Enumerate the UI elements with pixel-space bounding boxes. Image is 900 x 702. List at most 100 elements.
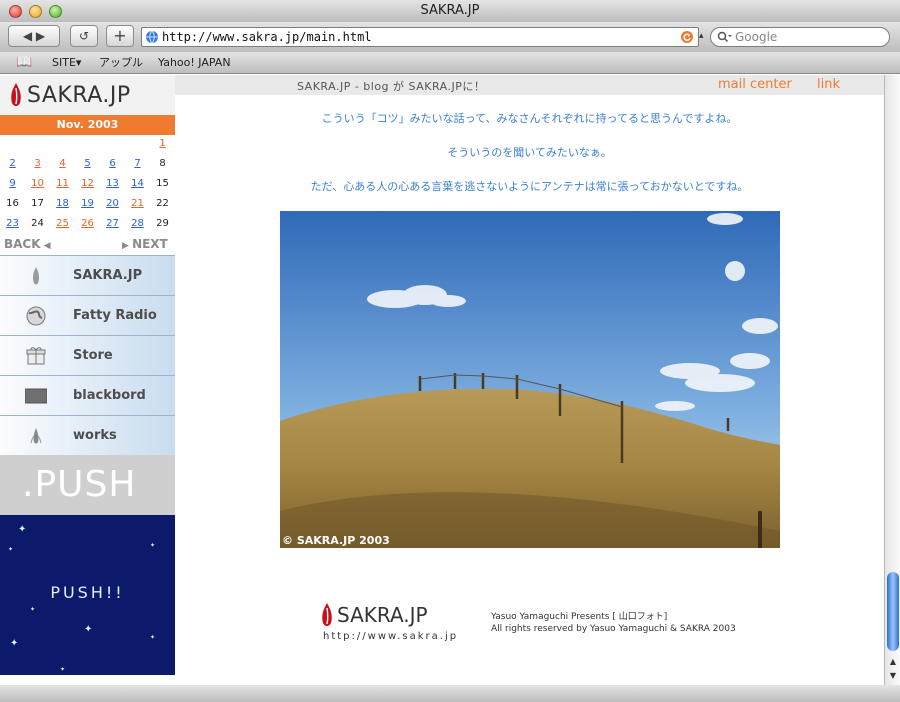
calendar-day[interactable]: 12	[75, 178, 100, 190]
url-text: http://www.sakra.jp/main.html	[162, 30, 372, 44]
menu-item-fatty-radio[interactable]: Fatty Radio	[0, 295, 175, 335]
calendar-day: 15	[156, 178, 169, 189]
push-ad-banner[interactable]: ✦ ✦ ✦ ✦ ✦ ✦ ✦ ✦ PUSH!!	[0, 515, 175, 675]
calendar-day[interactable]: 21	[125, 198, 150, 210]
menu-item-sakra[interactable]: SAKRA.JP	[0, 255, 175, 295]
sparkle-icon: ✦	[150, 634, 156, 641]
calendar-nav: BACK ◀ ▶ NEXT	[0, 237, 175, 253]
link-link[interactable]: link	[817, 77, 840, 92]
snapback-icon[interactable]	[680, 30, 694, 44]
scroll-down-arrow-icon[interactable]: ▼	[885, 669, 900, 683]
close-button[interactable]	[9, 5, 22, 18]
calendar-day[interactable]: 23	[0, 218, 25, 230]
sparkle-icon: ✦	[18, 524, 27, 535]
menu-label: blackbord	[73, 388, 146, 403]
sakra-logo-icon	[322, 603, 332, 626]
blog-title: SAKRA.JP - blog が SAKRA.JPに！	[297, 80, 486, 93]
calendar-day[interactable]: 11	[50, 178, 75, 190]
toolbar: ◀ ▶ ↺ + http://www.sakra.jp/main.html ▴ …	[0, 22, 900, 52]
address-bar[interactable]: http://www.sakra.jp/main.html	[141, 27, 699, 47]
footer-url: http://www.sakra.jp	[323, 631, 459, 642]
scrollbar-thumb[interactable]	[887, 572, 899, 651]
calendar-day[interactable]: 13	[100, 178, 125, 190]
next-arrow-icon: ▶	[122, 241, 133, 251]
sparkle-icon: ✦	[8, 546, 14, 553]
scroll-up-arrow-icon[interactable]: ▲	[885, 655, 900, 669]
back-label: BACK	[4, 237, 41, 251]
calendar-day: 16	[6, 198, 19, 209]
footer-copyright: All rights reserved by Yasuo Yamaguchi &…	[491, 624, 736, 634]
calendar-day[interactable]: 10	[25, 178, 50, 190]
search-field[interactable]: Google	[710, 27, 890, 47]
paragraph-2: そういうのを聞いてみたいなぁ。	[447, 146, 612, 159]
bookmark-site[interactable]: SITE▾	[52, 52, 81, 74]
paragraph-1: こういう「コツ」みたいな話って、みなさんそれぞれに持ってると思うんですよね。	[321, 112, 738, 125]
bookmarks-bar: 📖 SITE▾ アップル Yahoo! JAPAN	[0, 52, 900, 74]
calendar-back-link[interactable]: BACK ◀	[4, 237, 51, 251]
calendar-day[interactable]: 4	[50, 158, 75, 170]
add-bookmark-button[interactable]: +	[106, 25, 134, 47]
minimize-button[interactable]	[29, 5, 42, 18]
url-dropdown-icon[interactable]: ▴	[699, 31, 704, 41]
calendar-day: 22	[156, 198, 169, 209]
search-placeholder: Google	[735, 30, 778, 44]
bookmark-apple[interactable]: アップル	[99, 52, 143, 74]
calendar-grid: 1 2 3 4 5 6 7 8 9 10 11 12 13 14 15 16 17 18 19 20 21 22 23 24 2…	[0, 135, 175, 235]
gift-icon	[26, 347, 46, 365]
calendar-day[interactable]: 6	[100, 158, 125, 170]
menu-item-works[interactable]: works	[0, 415, 175, 455]
sakra-drop-icon	[32, 267, 40, 285]
banner-text: PUSH!!	[50, 583, 125, 602]
status-bar	[0, 685, 900, 702]
window-title: SAKRA.JP	[420, 3, 480, 18]
sparkle-icon: ✦	[30, 606, 36, 613]
calendar-day: 24	[31, 218, 44, 229]
back-forward-button[interactable]: ◀ ▶	[8, 25, 60, 47]
mail-center-link[interactable]: mail center	[718, 77, 792, 92]
calendar-day[interactable]: 2	[0, 158, 25, 170]
calendar-day[interactable]: 3	[25, 158, 50, 170]
zoom-button[interactable]	[49, 5, 62, 18]
sparkle-icon: ✦	[60, 666, 66, 673]
reload-button[interactable]: ↺	[70, 25, 98, 47]
sparkle-icon: ✦	[10, 638, 19, 649]
calendar-day[interactable]: 18	[50, 198, 75, 210]
browser-window: SAKRA.JP ◀ ▶ ↺ + http://www.sakra.jp/mai…	[0, 0, 900, 702]
blackboard-icon	[25, 388, 47, 404]
calendar-month: Nov. 2003	[0, 115, 175, 135]
calendar-day: 8	[159, 158, 166, 169]
menu-item-blackbord[interactable]: blackbord	[0, 375, 175, 415]
bookmarks-book-icon[interactable]: 📖	[16, 52, 32, 74]
web-page: SAKRA.JP Nov. 2003 1 2 3 4 5 6 7 8 9 10 11 12 13 14 15…	[0, 75, 884, 685]
calendar-day[interactable]: 19	[75, 198, 100, 210]
sakra-logo-icon	[11, 83, 21, 106]
sparkle-icon: ✦	[84, 624, 93, 635]
push-banner[interactable]: .PUSH	[0, 455, 175, 515]
calendar-day[interactable]: 28	[125, 218, 150, 230]
site-logo[interactable]: SAKRA.JP	[0, 75, 175, 115]
calendar-day[interactable]: 5	[75, 158, 100, 170]
calendar-day[interactable]: 1	[150, 138, 175, 150]
calendar-day[interactable]: 27	[100, 218, 125, 230]
back-arrow-icon: ◀	[40, 241, 51, 251]
calendar-next-link[interactable]: ▶ NEXT	[122, 237, 168, 251]
calendar-day[interactable]: 14	[125, 178, 150, 190]
vertical-scrollbar[interactable]: ▲ ▼	[884, 75, 900, 685]
sparkle-icon: ✦	[150, 542, 156, 549]
menu-label: SAKRA.JP	[73, 268, 143, 283]
footer-logo-text: SAKRA.JP	[337, 603, 428, 627]
logo-text: SAKRA.JP	[27, 83, 131, 108]
photo-hill-sky	[280, 211, 780, 548]
works-drop-icon	[30, 428, 42, 444]
calendar-day[interactable]: 26	[75, 218, 100, 230]
hill-photo	[280, 211, 780, 548]
title-bar[interactable]: SAKRA.JP	[0, 0, 900, 22]
calendar-day[interactable]: 20	[100, 198, 125, 210]
calendar-day: 17	[31, 198, 44, 209]
calendar-day[interactable]: 9	[0, 178, 25, 190]
calendar-day[interactable]: 7	[125, 158, 150, 170]
paragraph-3: ただ、心ある人の心ある言葉を逃さないようにアンテナは常に張っておかないとですね。	[310, 180, 749, 193]
calendar-day[interactable]: 25	[50, 218, 75, 230]
menu-item-store[interactable]: Store	[0, 335, 175, 375]
bookmark-yahoo[interactable]: Yahoo! JAPAN	[158, 52, 231, 74]
